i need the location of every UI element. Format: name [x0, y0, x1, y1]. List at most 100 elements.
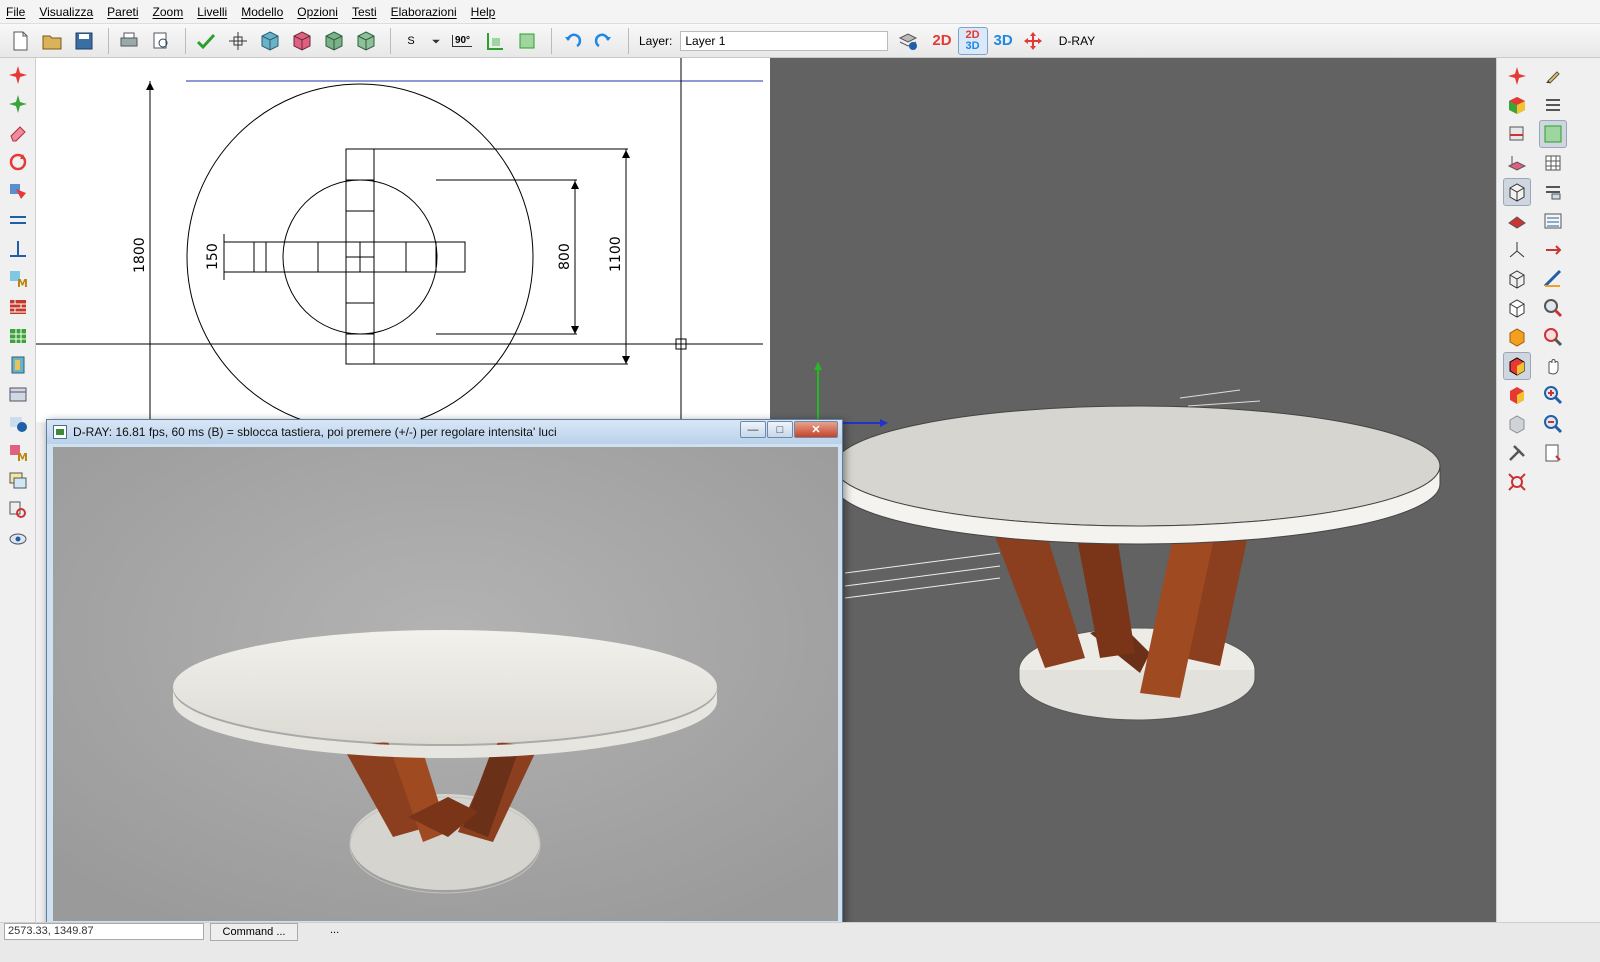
view-2d-button[interactable]: 2D	[932, 32, 951, 49]
floor-plan-drawing: 1800 150 800 1100	[36, 58, 763, 422]
dray-render-canvas[interactable]	[53, 447, 838, 921]
viewport-3d[interactable]	[770, 58, 1496, 922]
cube-front-icon[interactable]	[352, 27, 380, 55]
menu-file[interactable]: File	[6, 5, 25, 19]
redo-icon[interactable]	[590, 27, 618, 55]
new-file-icon[interactable]	[6, 27, 34, 55]
menu-opzioni[interactable]: Opzioni	[297, 5, 338, 19]
right-toolbar-column-2	[1535, 58, 1571, 468]
tools-icon[interactable]	[1503, 439, 1531, 467]
gray-cube-icon[interactable]	[1503, 410, 1531, 438]
maximize-button[interactable]: □	[767, 421, 793, 438]
section-icon[interactable]	[1539, 178, 1567, 206]
command-button[interactable]: Command ...	[210, 923, 298, 941]
eye-icon[interactable]	[5, 526, 31, 552]
pan-hand-icon[interactable]	[1539, 352, 1567, 380]
export-document-icon[interactable]	[1539, 439, 1567, 467]
search-object-icon[interactable]	[5, 497, 31, 523]
zoom-out-icon[interactable]	[1539, 410, 1567, 438]
angle-button[interactable]: 90°	[447, 27, 477, 55]
ortho-icon[interactable]	[481, 27, 509, 55]
shaded-cube-icon[interactable]	[1503, 323, 1531, 351]
zoom-in-icon[interactable]	[1539, 381, 1567, 409]
floor-view-icon[interactable]	[1503, 149, 1531, 177]
save-icon[interactable]	[70, 27, 98, 55]
layer-field[interactable]	[680, 30, 889, 51]
table-grid-icon[interactable]	[1539, 149, 1567, 177]
mirror-icon[interactable]	[5, 178, 31, 204]
print-icon[interactable]	[115, 27, 143, 55]
menu-visualizza[interactable]: Visualizza	[39, 5, 93, 19]
check-icon[interactable]	[192, 27, 220, 55]
material-icon[interactable]: M	[5, 265, 31, 291]
parallel-lines-icon[interactable]	[5, 207, 31, 233]
cad-2d-view[interactable]: 1800 150 800 1100	[36, 58, 770, 422]
star-tool-red-icon[interactable]	[5, 62, 31, 88]
color-cube-icon[interactable]	[1503, 91, 1531, 119]
green-grid-icon[interactable]	[1539, 120, 1567, 148]
rendered-cube-icon[interactable]	[1503, 352, 1531, 380]
grid-icon[interactable]	[513, 27, 541, 55]
view-3d-button[interactable]: 3D	[994, 32, 1013, 49]
dim-1100: 1100	[608, 236, 624, 272]
dray-button[interactable]: D-RAY	[1059, 34, 1095, 48]
dray-window-title: D-RAY: 16.81 fps, 60 ms (B) = sblocca ta…	[73, 425, 557, 439]
layer-list-icon[interactable]	[1539, 91, 1567, 119]
menu-modello[interactable]: Modello	[241, 5, 283, 19]
brick-wall-icon[interactable]	[5, 294, 31, 320]
window-app-icon	[53, 425, 67, 439]
status-bar: 2573.33, 1349.87 Command ... ...	[0, 922, 1600, 962]
list-view-icon[interactable]	[1539, 207, 1567, 235]
rendered-table-image	[53, 447, 838, 921]
menu-zoom[interactable]: Zoom	[153, 5, 184, 19]
wireframe-cube-icon[interactable]	[1503, 265, 1531, 293]
star-tool-green-icon[interactable]	[5, 91, 31, 117]
dropdown-arrow-icon[interactable]	[429, 27, 443, 55]
dray-window-titlebar[interactable]: D-RAY: 16.81 fps, 60 ms (B) = sblocca ta…	[47, 420, 842, 444]
box-select-icon[interactable]	[1503, 178, 1531, 206]
menu-elaborazioni[interactable]: Elaborazioni	[391, 5, 457, 19]
calendar-icon[interactable]	[5, 381, 31, 407]
menu-help[interactable]: Help	[471, 5, 496, 19]
menu-pareti[interactable]: Pareti	[107, 5, 138, 19]
paint-brush-icon[interactable]	[1539, 62, 1567, 90]
menu-livelli[interactable]: Livelli	[197, 5, 227, 19]
crosshair-icon[interactable]	[224, 27, 252, 55]
pan-move-icon[interactable]	[1019, 27, 1047, 55]
zoom-extent-icon[interactable]	[1503, 468, 1531, 496]
dray-render-window[interactable]: D-RAY: 16.81 fps, 60 ms (B) = sblocca ta…	[46, 419, 843, 926]
star-tool-icon[interactable]	[1503, 62, 1531, 90]
zoom-all-icon[interactable]	[1539, 323, 1567, 351]
menu-testi[interactable]: Testi	[352, 5, 377, 19]
axis-icon[interactable]	[1503, 236, 1531, 264]
info-object-icon[interactable]	[5, 410, 31, 436]
snap-button[interactable]: S	[397, 27, 425, 55]
cube-side-icon[interactable]	[320, 27, 348, 55]
rotate-icon[interactable]	[5, 149, 31, 175]
measure-icon[interactable]	[1539, 265, 1567, 293]
wall-grid-icon[interactable]	[5, 323, 31, 349]
layer-properties-icon[interactable]	[894, 27, 922, 55]
close-button[interactable]: ✕	[794, 421, 838, 438]
wall-view-icon[interactable]	[1503, 120, 1531, 148]
perpendicular-icon[interactable]	[5, 236, 31, 262]
cube-view-icon[interactable]	[256, 27, 284, 55]
hidden-line-cube-icon[interactable]	[1503, 294, 1531, 322]
light-icon[interactable]	[1539, 236, 1567, 264]
zoom-window-icon[interactable]	[1539, 294, 1567, 322]
open-folder-icon[interactable]	[38, 27, 66, 55]
print-preview-icon[interactable]	[147, 27, 175, 55]
roof-icon[interactable]	[1503, 207, 1531, 235]
toolbar-separator	[628, 27, 629, 54]
main-toolbar: S 90° Layer: 2D 2D 3D 3D D-RAY	[0, 24, 1600, 58]
angle-label: 90°	[451, 34, 473, 47]
undo-icon[interactable]	[558, 27, 586, 55]
cube-top-icon[interactable]	[288, 27, 316, 55]
texture-cube-icon[interactable]	[1503, 381, 1531, 409]
layers-icon[interactable]	[5, 468, 31, 494]
eraser-icon[interactable]	[5, 120, 31, 146]
door-icon[interactable]	[5, 352, 31, 378]
view-2d3d-button[interactable]: 2D 3D	[957, 26, 988, 55]
minimize-button[interactable]: —	[740, 421, 766, 438]
material-m-icon[interactable]: M	[5, 439, 31, 465]
